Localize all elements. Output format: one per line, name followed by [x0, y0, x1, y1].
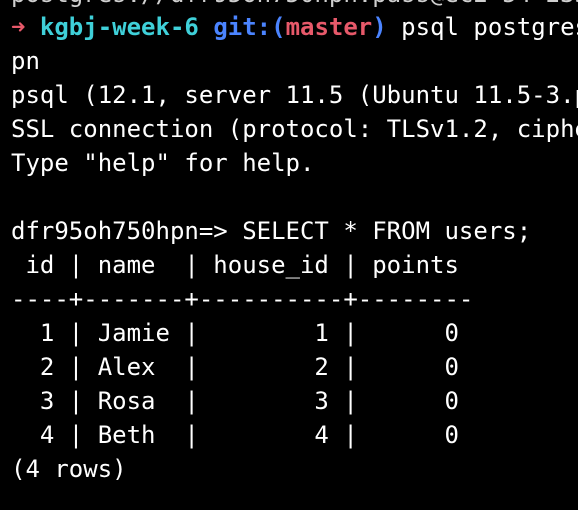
- output-line-version: psql (12.1, server 11.5 (Ubuntu 11.5-3.p…: [11, 81, 578, 109]
- table-footer: (4 rows): [11, 455, 127, 483]
- prompt-directory: kgbj-week-6: [39, 13, 199, 41]
- prompt-branch: master: [285, 13, 373, 41]
- output-line-ssl: SSL connection (protocol: TLSv1.2, ciphe…: [11, 115, 578, 143]
- table-row: 4 | Beth | 4 | 0: [11, 421, 459, 449]
- prompt-command: psql postgres: [386, 13, 578, 41]
- prompt-line: ➜ kgbj-week-6 git:(master) psql postgres: [11, 10, 578, 44]
- table-separator: ----+-------+----------+--------: [11, 285, 474, 313]
- prompt-open-paren: (: [271, 13, 286, 41]
- prompt-arrow-icon: ➜: [11, 13, 26, 41]
- query-line: dfr95oh750hpn=> SELECT * FROM users;: [11, 217, 532, 245]
- wrapped-command-line: pn: [11, 47, 40, 75]
- table-row: 3 | Rosa | 3 | 0: [11, 387, 459, 415]
- prompt-git-label: git:: [213, 13, 272, 41]
- terminal-window[interactable]: postgres://dfr95oh750hpn:pass@ec2-54-235…: [0, 0, 578, 510]
- table-header: id | name | house_id | points: [11, 251, 459, 279]
- output-line-help: Type "help" for help.: [11, 149, 315, 177]
- table-row: 1 | Jamie | 1 | 0: [11, 319, 459, 347]
- prompt-close-paren: ): [372, 13, 387, 41]
- table-row: 2 | Alex | 2 | 0: [11, 353, 459, 381]
